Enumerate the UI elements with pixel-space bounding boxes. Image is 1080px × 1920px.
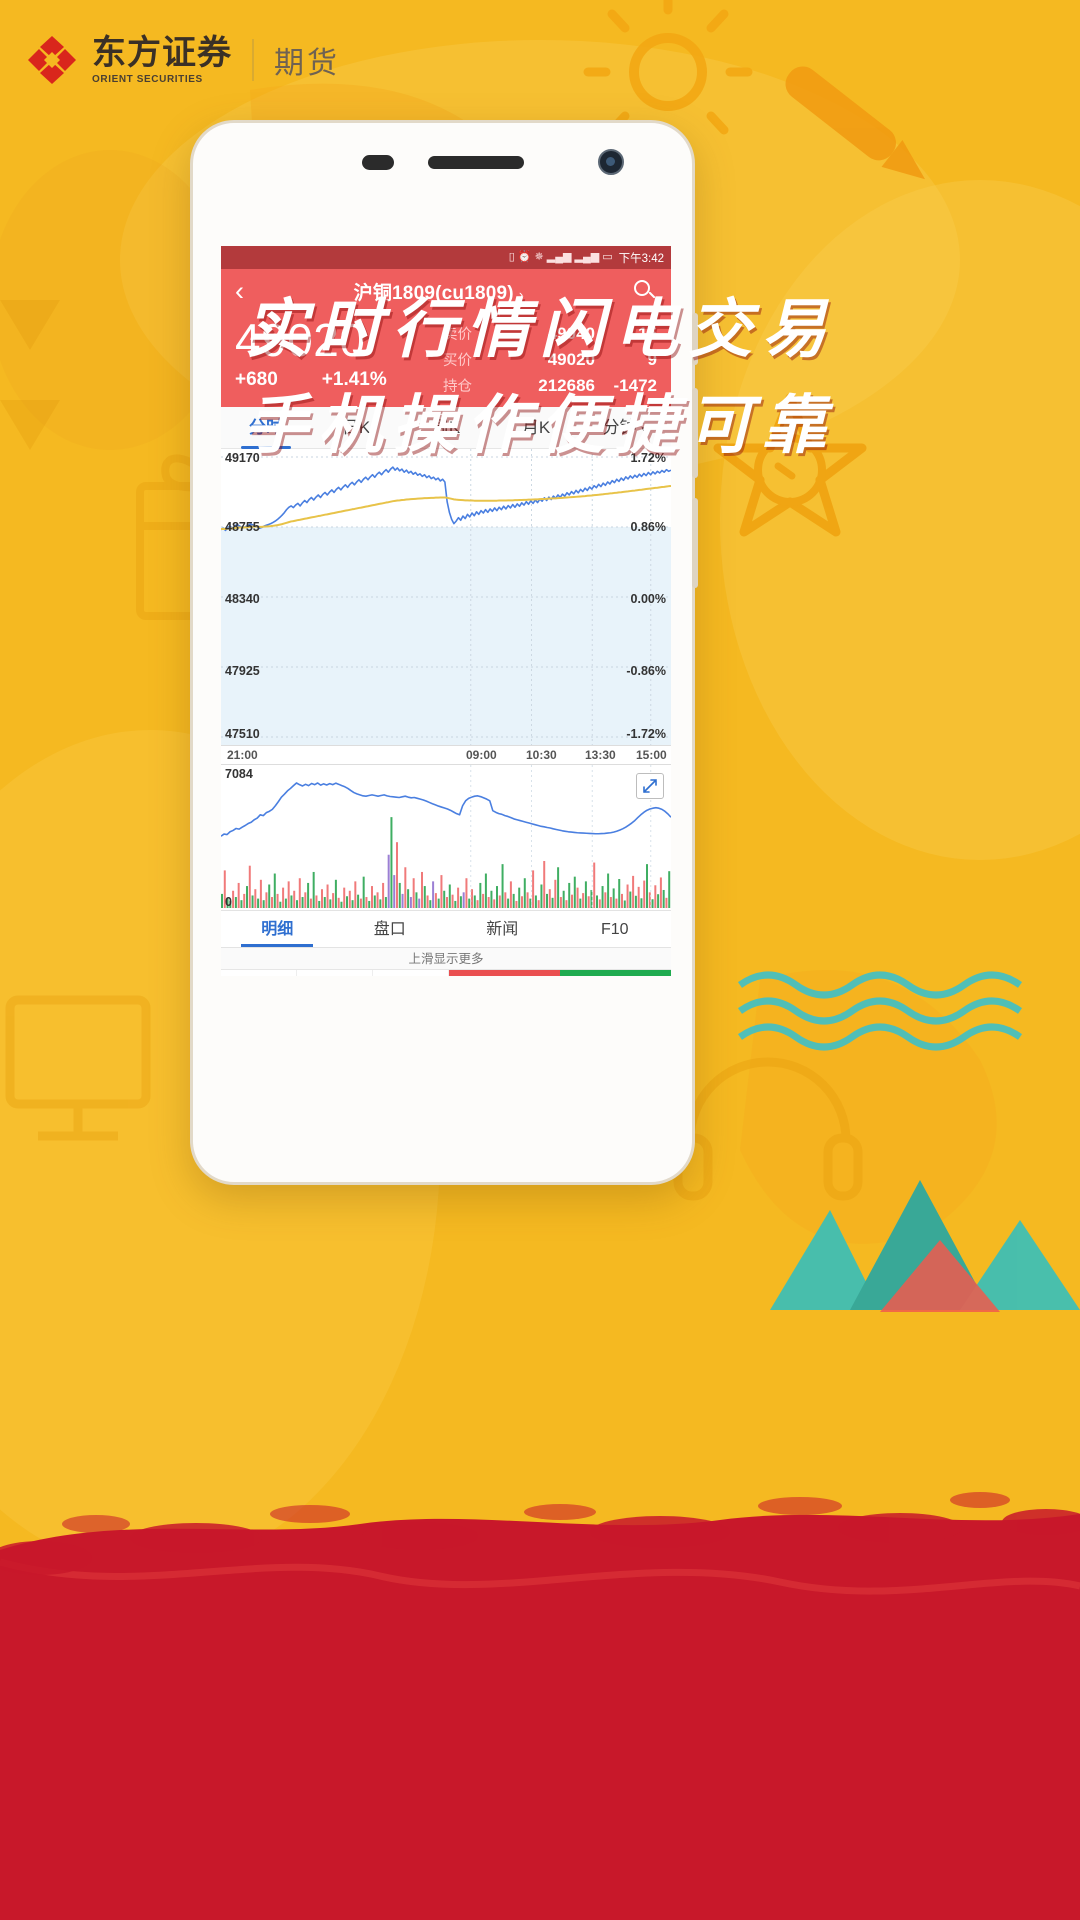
add-watchlist-icon: [250, 976, 267, 977]
android-status-bar: ▯ ⏰ ✵ ▂▄▆ ▂▄▆ ▭ 下午3:42: [221, 246, 671, 269]
price-axis-label-2: 48340: [225, 592, 260, 606]
brand-header: 东方证券 ORIENT SECURITIES 期货: [26, 34, 340, 86]
pct-axis-label-2: 0.00%: [630, 592, 666, 606]
tab-news[interactable]: 新闻: [446, 911, 559, 947]
quick-sell-button[interactable]: 快卖: [560, 970, 671, 976]
price-axis-label-1: 48755: [225, 520, 260, 534]
share-button[interactable]: 分享: [373, 970, 449, 976]
action-bar: 加自选 ¥ 交易 分享 快买 快卖: [221, 970, 671, 976]
orient-securities-logo-icon: [26, 34, 78, 86]
time-tick-0: 21:00: [227, 748, 258, 762]
price-timeshare-chart[interactable]: 49170 1.72% 48755 0.86% 48340 0.00% 4792…: [221, 449, 671, 745]
brand-name-en: ORIENT SECURITIES: [92, 73, 203, 85]
tab-news-label: 新闻: [486, 921, 519, 938]
time-tick-1: 09:00: [466, 748, 497, 762]
trade-button[interactable]: ¥ 交易: [297, 970, 373, 976]
price-axis-label-4: 47510: [225, 727, 260, 741]
time-tick-4: 15:00: [636, 748, 667, 762]
status-bar-icons: ▯ ⏰ ✵ ▂▄▆ ▂▄▆ ▭: [509, 252, 613, 263]
volume-chart[interactable]: 7084 0: [221, 765, 671, 910]
swipe-up-hint: 上滑显示更多: [221, 948, 671, 970]
battery-icon: ▭: [602, 251, 613, 263]
signal-icon-2: ▂▄▆: [574, 251, 600, 263]
signal-icon-1: ▂▄▆: [546, 251, 572, 263]
phone-top-bezel: [193, 123, 692, 201]
volume-chart-svg: [221, 765, 671, 910]
tab-f10[interactable]: F10: [559, 911, 672, 947]
time-tick-2: 10:30: [526, 748, 557, 762]
expand-fullscreen-icon[interactable]: [636, 773, 664, 799]
brand-product-label: 期货: [274, 47, 340, 80]
promo-banner-ribbon: [0, 1492, 1080, 1920]
chart-time-axis: 21:00 09:00 10:30 13:30 15:00: [221, 745, 671, 765]
price-axis-label-3: 47925: [225, 664, 260, 678]
earpiece-speaker: [427, 155, 524, 169]
brand-divider: [252, 39, 254, 81]
add-watchlist-button[interactable]: 加自选: [221, 970, 297, 976]
pct-axis-label-1: 0.86%: [630, 520, 666, 534]
volume-min-label: 0: [225, 895, 232, 909]
bluetooth-icon: ✵: [534, 251, 544, 263]
price-chart-svg: [221, 449, 671, 745]
tab-mingxi-label: 明细: [261, 921, 294, 938]
promo-line-1: 实时行情闪电交易: [244, 292, 836, 367]
detail-tabs: 明细 盘口 新闻 F10: [221, 910, 671, 948]
tab-pankou-label: 盘口: [373, 921, 406, 938]
pct-axis-label-3: -0.86%: [626, 664, 666, 678]
time-tick-3: 13:30: [585, 748, 616, 762]
proximity-sensor-icon: [361, 154, 394, 170]
vibrate-icon: ▯: [508, 251, 515, 263]
promo-banner-text: 实时行情闪电交易 手机操作便捷可靠: [0, 282, 1080, 474]
share-icon: [402, 976, 419, 977]
quick-buy-button[interactable]: 快买: [449, 970, 560, 976]
tab-mingxi[interactable]: 明细: [221, 911, 334, 947]
alarm-icon: ⏰: [517, 251, 532, 263]
tab-f10-label: F10: [600, 921, 629, 938]
front-camera-icon: [598, 149, 624, 175]
promo-line-2: 手机操作便捷可靠: [244, 388, 836, 463]
tab-pankou[interactable]: 盘口: [334, 911, 447, 947]
phone-mockup: ▯ ⏰ ✵ ▂▄▆ ▂▄▆ ▭ 下午3:42 ‹ 沪铜1809(cu1809) ›: [190, 120, 698, 1185]
volume-max-label: 7084: [225, 767, 253, 781]
brand-name-cn: 东方证券: [92, 33, 232, 72]
yuan-trade-icon: ¥: [330, 976, 339, 977]
pct-axis-label-4: -1.72%: [626, 727, 666, 741]
status-bar-clock: 下午3:42: [618, 252, 664, 265]
phone-side-button-volume-down: [692, 498, 698, 588]
